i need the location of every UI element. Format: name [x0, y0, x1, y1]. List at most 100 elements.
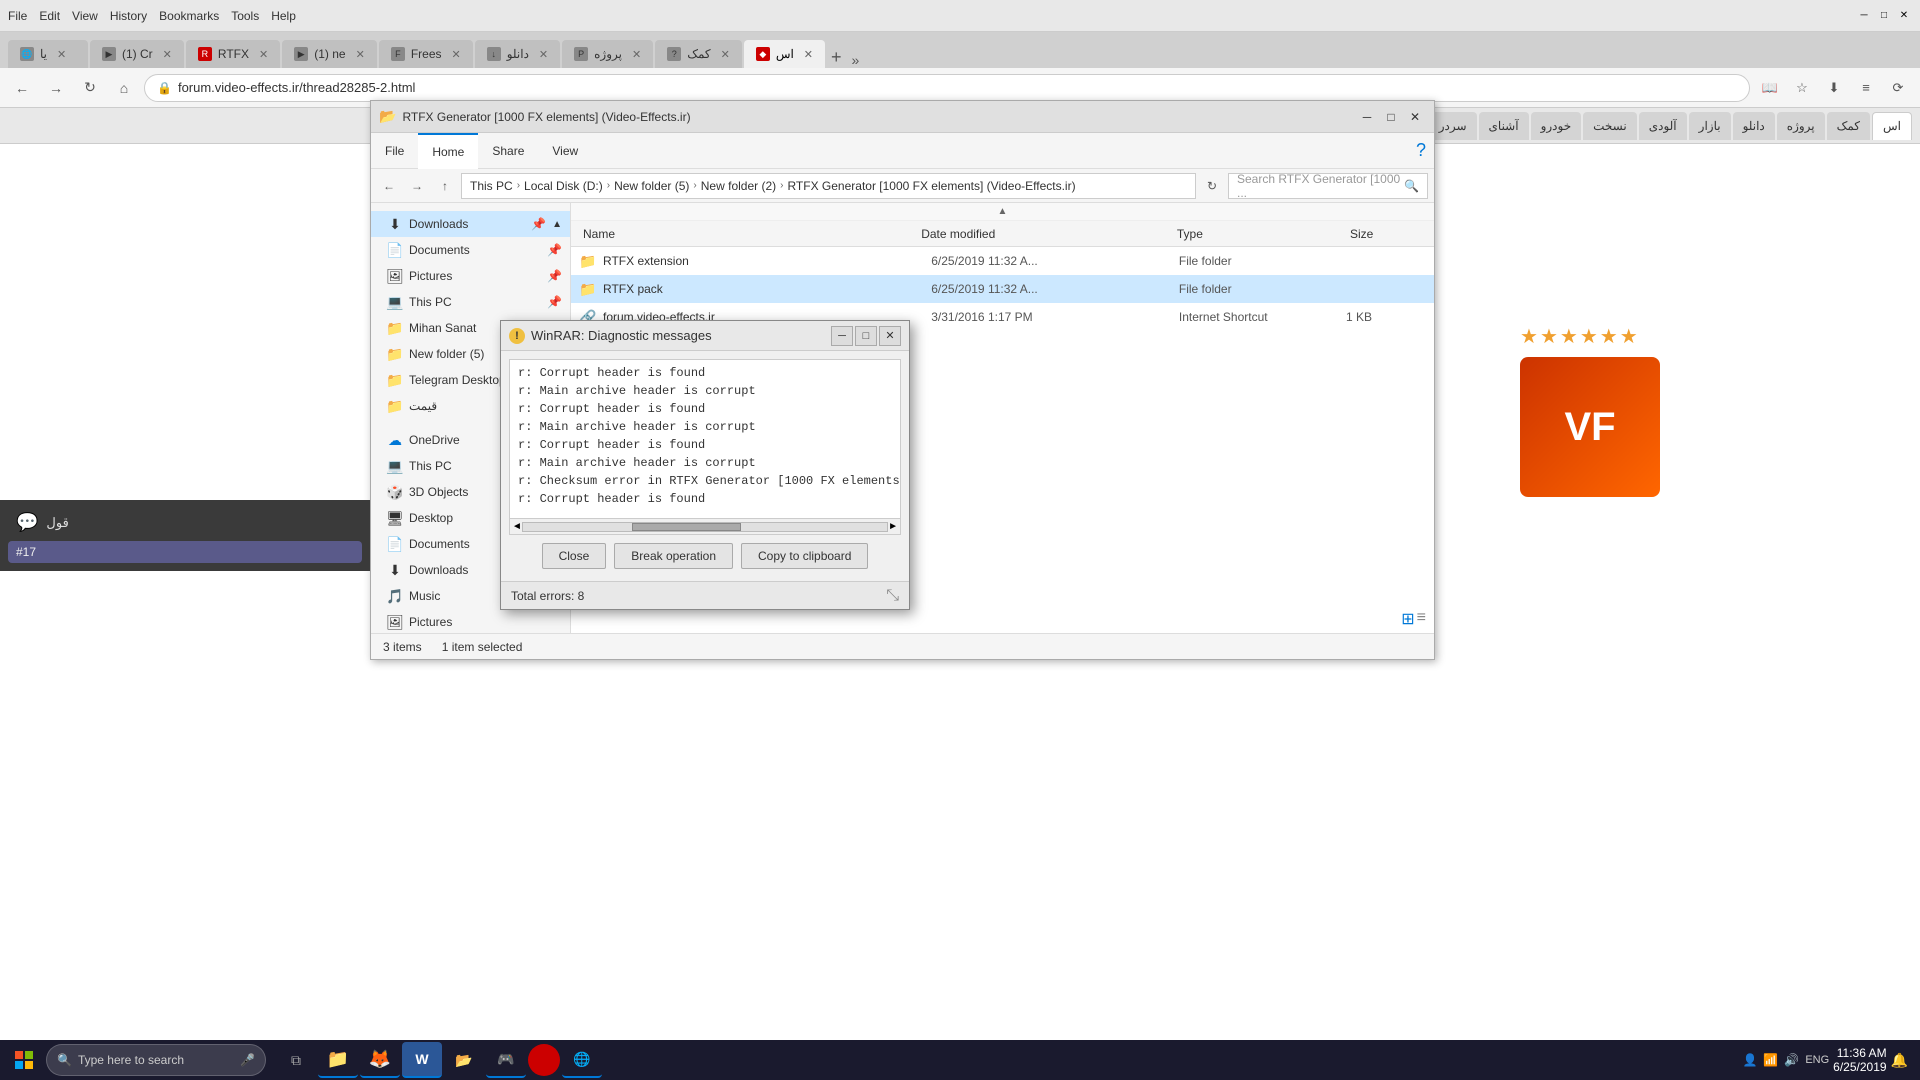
- fe-minimize-btn[interactable]: ─: [1356, 107, 1378, 127]
- sec-tab-komak[interactable]: کمک: [1827, 112, 1870, 140]
- bookmark-btn[interactable]: ☆: [1788, 74, 1816, 102]
- taskbar-speaker-icon[interactable]: 🔊: [1784, 1053, 1799, 1067]
- sec-tab-active[interactable]: اس: [1872, 112, 1912, 140]
- taskbar-lang-btn[interactable]: ENG: [1805, 1054, 1829, 1066]
- sec-tab-project[interactable]: پروژه: [1777, 112, 1825, 140]
- fe-refresh-btn[interactable]: ↻: [1200, 174, 1224, 198]
- tab-help-close[interactable]: ✕: [721, 48, 730, 61]
- menu-view[interactable]: View: [72, 9, 98, 23]
- breadcrumb-newfolder5[interactable]: New folder (5): [614, 179, 689, 193]
- tab-overflow-btn[interactable]: »: [848, 52, 864, 68]
- new-tab-btn[interactable]: +: [827, 47, 846, 68]
- sec-tab-bazar[interactable]: بازار: [1689, 112, 1731, 140]
- wr-resize-icon[interactable]: ⤡: [886, 587, 899, 605]
- reader-mode-btn[interactable]: 📖: [1756, 74, 1784, 102]
- back-btn[interactable]: ←: [8, 74, 36, 102]
- taskbar-search-box[interactable]: 🔍 Type here to search 🎤: [46, 1044, 266, 1076]
- sidebar-item-pics2[interactable]: 🖼 Pictures: [371, 609, 570, 633]
- tab-frees-close[interactable]: ✕: [452, 48, 461, 61]
- taskbar-wifi-icon[interactable]: 📶: [1763, 1053, 1778, 1067]
- start-btn[interactable]: [4, 1042, 44, 1078]
- wr-message-area[interactable]: r: Corrupt header is found r: Main archi…: [509, 359, 901, 519]
- sidebar-item-thispc[interactable]: 💻 This PC 📌: [371, 289, 570, 315]
- tab-cr-close[interactable]: ✕: [163, 48, 172, 61]
- tab-cr[interactable]: ▶ (1) Cr ✕: [90, 40, 184, 68]
- fe-breadcrumb[interactable]: This PC › Local Disk (D:) › New folder (…: [461, 173, 1196, 199]
- fe-close-btn[interactable]: ✕: [1404, 107, 1426, 127]
- fe-help-btn[interactable]: ?: [1416, 140, 1434, 161]
- sec-tab-khodro[interactable]: خودرو: [1531, 112, 1582, 140]
- reload-btn[interactable]: ↻: [76, 74, 104, 102]
- tab-rtfx[interactable]: R RTFX ✕: [186, 40, 280, 68]
- tab-frees[interactable]: F Frees ✕: [379, 40, 473, 68]
- fe-search[interactable]: Search RTFX Generator [1000 ... 🔍: [1228, 173, 1428, 199]
- sync-btn[interactable]: ⟳: [1884, 74, 1912, 102]
- list-view-icon[interactable]: ≡: [1417, 609, 1426, 629]
- sec-tab-sardar[interactable]: سردر: [1429, 112, 1477, 140]
- breadcrumb-locald[interactable]: Local Disk (D:): [524, 179, 603, 193]
- taskbar-firefox-btn[interactable]: 🦊: [360, 1042, 400, 1078]
- tab-ne[interactable]: ▶ (1) ne ✕: [282, 40, 377, 68]
- breadcrumb-rtfx[interactable]: RTFX Generator [1000 FX elements] (Video…: [787, 179, 1075, 193]
- tab-ne-close[interactable]: ✕: [356, 48, 365, 61]
- taskbar-fileexplorer-btn[interactable]: 📁: [318, 1042, 358, 1078]
- menu-file[interactable]: File: [8, 9, 27, 23]
- taskbar-app3-btn[interactable]: [528, 1044, 560, 1076]
- wr-close-dialog-btn[interactable]: Close: [542, 543, 607, 569]
- tab-danlo[interactable]: ↓ دانلو ✕: [475, 40, 560, 68]
- browser-maximize-btn[interactable]: □: [1876, 8, 1892, 24]
- tab-active-close[interactable]: ✕: [804, 48, 813, 61]
- col-header-type[interactable]: Type: [1173, 227, 1346, 241]
- browser-minimize-btn[interactable]: ─: [1856, 8, 1872, 24]
- sec-tab-danload[interactable]: دانلو: [1733, 112, 1775, 140]
- fe-forward-btn[interactable]: →: [405, 174, 429, 198]
- tab-ya[interactable]: 🌐 یا ✕: [8, 40, 88, 68]
- wr-break-btn[interactable]: Break operation: [614, 543, 733, 569]
- sidebar-item-downloads[interactable]: ⬇ Downloads 📌 ▲: [371, 211, 570, 237]
- wr-hscroll-track[interactable]: [522, 522, 888, 532]
- scroll-left-btn[interactable]: ◄: [512, 521, 522, 532]
- fe-maximize-btn[interactable]: □: [1380, 107, 1402, 127]
- breadcrumb-thispc[interactable]: This PC: [470, 179, 513, 193]
- col-header-date[interactable]: Date modified: [917, 227, 1173, 241]
- taskbar-person-icon[interactable]: 👤: [1742, 1053, 1757, 1067]
- tab-danlo-close[interactable]: ✕: [539, 48, 548, 61]
- browser-close-btn[interactable]: ✕: [1896, 8, 1912, 24]
- wr-maximize-btn[interactable]: □: [855, 326, 877, 346]
- taskbar-word-btn[interactable]: W: [402, 1042, 442, 1078]
- details-view-icon[interactable]: ⊞: [1401, 609, 1414, 629]
- downloads-btn[interactable]: ⬇: [1820, 74, 1848, 102]
- col-header-name[interactable]: Name: [579, 227, 917, 241]
- wr-hscroll-thumb[interactable]: [632, 523, 741, 531]
- sec-tab-ashna[interactable]: آشنای: [1479, 112, 1529, 140]
- wr-scrollbar[interactable]: ◄ ►: [509, 519, 901, 535]
- forward-btn[interactable]: →: [42, 74, 70, 102]
- tab-active[interactable]: ◆ اس ✕: [744, 40, 825, 68]
- wr-minimize-btn[interactable]: ─: [831, 326, 853, 346]
- taskbar-app4-btn[interactable]: 🌐: [562, 1042, 602, 1078]
- scroll-right-btn[interactable]: ►: [888, 521, 898, 532]
- sec-tab-naskheh[interactable]: نسخت: [1583, 112, 1637, 140]
- taskbar-taskview-btn[interactable]: ⧉: [276, 1042, 316, 1078]
- home-btn[interactable]: ⌂: [110, 74, 138, 102]
- tab-help[interactable]: ? کمک ✕: [655, 40, 742, 68]
- ribbon-tab-view[interactable]: View: [538, 133, 592, 169]
- menu-history[interactable]: History: [110, 9, 147, 23]
- address-bar[interactable]: 🔒 forum.video-effects.ir/thread28285-2.h…: [144, 74, 1750, 102]
- wr-copy-btn[interactable]: Copy to clipboard: [741, 543, 868, 569]
- menu-edit[interactable]: Edit: [39, 9, 60, 23]
- col-header-size[interactable]: Size: [1346, 227, 1426, 241]
- ribbon-tab-home[interactable]: Home: [418, 133, 478, 169]
- tab-rtfx-close[interactable]: ✕: [259, 48, 268, 61]
- menu-tools[interactable]: Tools: [231, 9, 259, 23]
- sidebar-item-documents[interactable]: 📄 Documents 📌: [371, 237, 570, 263]
- taskbar-folder-btn[interactable]: 📂: [444, 1042, 484, 1078]
- sec-tab-aloodi[interactable]: آلودی: [1639, 112, 1687, 140]
- fe-back-btn[interactable]: ←: [377, 174, 401, 198]
- tab-project[interactable]: P پروژه ✕: [562, 40, 653, 68]
- taskbar-mic-icon[interactable]: 🎤: [240, 1053, 255, 1067]
- fe-file-row-rtfx-pack[interactable]: 📁 RTFX pack 6/25/2019 11:32 A... File fo…: [571, 275, 1434, 303]
- taskbar-app2-btn[interactable]: 🎮: [486, 1042, 526, 1078]
- ribbon-tab-share[interactable]: Share: [478, 133, 538, 169]
- ribbon-tab-file[interactable]: File: [371, 133, 418, 169]
